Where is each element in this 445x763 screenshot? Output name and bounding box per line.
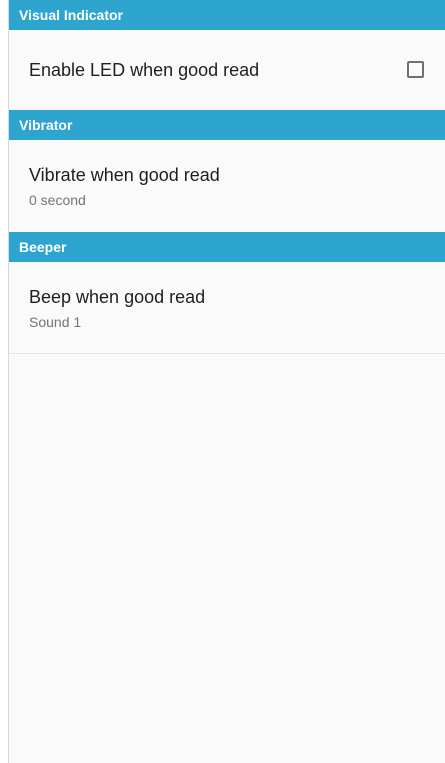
pref-title: Vibrate when good read (29, 165, 220, 185)
section-header-vibrator: Vibrator (9, 110, 445, 140)
section-header-beeper: Beeper (9, 232, 445, 262)
pref-summary: Sound 1 (29, 313, 82, 330)
led-checkbox[interactable] (407, 61, 424, 78)
settings-screen: Visual Indicator Enable LED when good re… (8, 0, 445, 763)
section-header-label: Vibrator (19, 117, 73, 133)
section-header-visual-indicator: Visual Indicator (9, 0, 445, 30)
pref-enable-led[interactable]: Enable LED when good read (9, 30, 445, 110)
pref-summary: 0 second (29, 192, 86, 208)
section-header-label: Beeper (19, 239, 67, 255)
pref-title: Enable LED when good read (29, 60, 260, 80)
pref-vibrate[interactable]: Vibrate when good read 0 second (9, 140, 445, 232)
pref-title: Beep when good read (29, 286, 206, 307)
section-header-label: Visual Indicator (19, 7, 123, 23)
pref-beep[interactable]: Beep when good read Sound 1 (9, 262, 445, 354)
